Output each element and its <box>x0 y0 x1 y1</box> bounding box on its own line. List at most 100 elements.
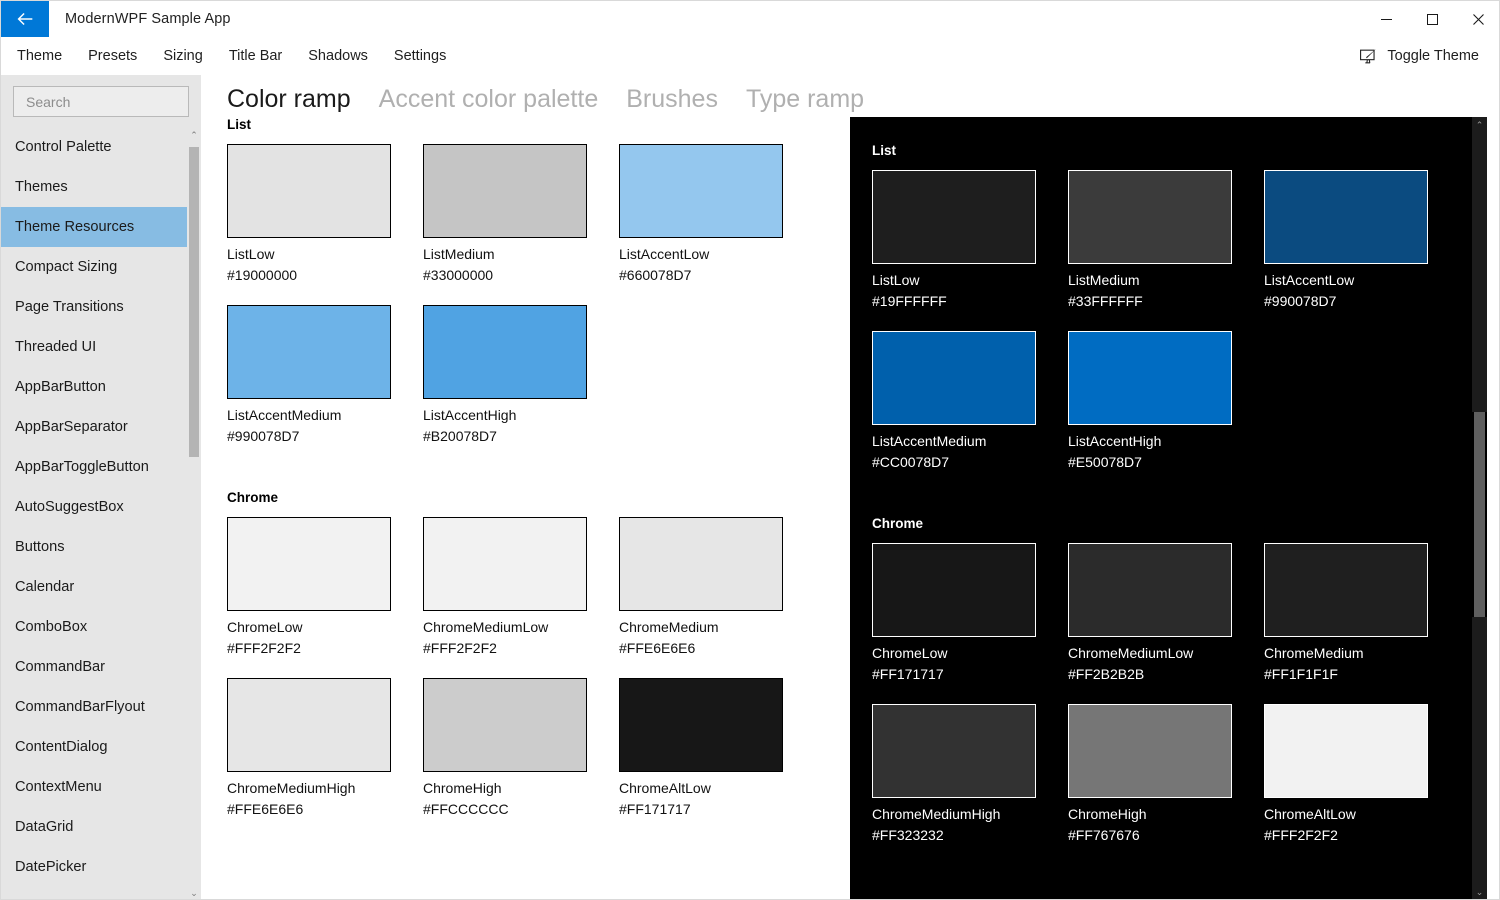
swatch-listaccentmedium[interactable]: ListAccentMedium #CC0078D7 <box>872 331 1052 470</box>
sidebar-scroll-down-button[interactable]: ⌄ <box>187 885 201 900</box>
swatch-chromelow[interactable]: ChromeLow #FF171717 <box>872 543 1052 682</box>
color-chip <box>423 305 587 399</box>
sidebar-item-compact-sizing: Compact Sizing <box>1 247 187 287</box>
swatch-hex: #FF1F1F1F <box>1264 666 1444 682</box>
sidebar-item-threaded-ui: Threaded UI <box>1 327 187 367</box>
swatch-listaccentlow[interactable]: ListAccentLow #660078D7 <box>619 144 799 283</box>
dark-theme-pane: List ListLow #19FFFFFF ListMedium #33FFF… <box>850 117 1487 900</box>
section-title: List <box>227 117 833 132</box>
sidebar-item-appbarbutton: AppBarButton <box>1 367 187 407</box>
swatch-grid: ChromeLow #FF171717 ChromeMediumLow #FF2… <box>872 543 1487 865</box>
swatch-chromelow[interactable]: ChromeLow #FFF2F2F2 <box>227 517 407 656</box>
tab-accent-color-palette[interactable]: Accent color palette <box>379 83 599 121</box>
swatch-hex: #B20078D7 <box>423 428 603 444</box>
swatch-hex: #FF171717 <box>872 666 1052 682</box>
swatch-listlow[interactable]: ListLow #19FFFFFF <box>872 170 1052 309</box>
color-chip <box>872 704 1036 798</box>
menu-item-settings[interactable]: Settings <box>381 37 459 75</box>
swatch-listaccentlow[interactable]: ListAccentLow #990078D7 <box>1264 170 1444 309</box>
swatch-hex: #990078D7 <box>227 428 407 444</box>
search-container <box>13 86 189 117</box>
dark-pane-scrollbar[interactable]: ⌃ ⌄ <box>1472 117 1487 900</box>
color-chip <box>1068 331 1232 425</box>
swatch-listaccenthigh[interactable]: ListAccentHigh #B20078D7 <box>423 305 603 444</box>
menu-item-theme[interactable]: Theme <box>4 37 75 75</box>
swatch-chromemediumlow[interactable]: ChromeMediumLow #FF2B2B2B <box>1068 543 1248 682</box>
sidebar-scrollbar-thumb[interactable] <box>189 147 199 457</box>
dark-scrollbar-thumb[interactable] <box>1474 412 1485 617</box>
swatch-name: ListMedium <box>1068 272 1248 288</box>
swatch-name: ChromeHigh <box>1068 806 1248 822</box>
tab-brushes[interactable]: Brushes <box>626 83 718 121</box>
swatch-hex: #E50078D7 <box>1068 454 1248 470</box>
swatch-listaccentmedium[interactable]: ListAccentMedium #990078D7 <box>227 305 407 444</box>
minimize-button[interactable] <box>1363 1 1409 37</box>
swatch-hex: #19000000 <box>227 267 407 283</box>
back-arrow-icon <box>14 8 36 30</box>
swatch-hex: #33FFFFFF <box>1068 293 1248 309</box>
swatch-name: ListAccentHigh <box>1068 433 1248 449</box>
menu-item-shadows[interactable]: Shadows <box>295 37 381 75</box>
toggle-theme-label: Toggle Theme <box>1387 48 1479 64</box>
swatch-name: ChromeLow <box>872 645 1052 661</box>
dark-scrollbar-gutter-bottom[interactable] <box>1472 617 1487 900</box>
menu-item-sizing[interactable]: Sizing <box>150 37 216 75</box>
sidebar-item-label: AppBarSeparator <box>15 419 128 435</box>
swatch-chromealtlow[interactable]: ChromeAltLow #FFF2F2F2 <box>1264 704 1444 843</box>
menu-item-presets[interactable]: Presets <box>75 37 150 75</box>
swatch-chromealtlow[interactable]: ChromeAltLow #FF171717 <box>619 678 799 817</box>
swatch-name: ListAccentMedium <box>227 407 407 423</box>
color-chip <box>1264 543 1428 637</box>
sidebar-nav-list[interactable]: Control Palette Themes Theme Resources C… <box>1 127 201 900</box>
menu-item-title-bar[interactable]: Title Bar <box>216 37 295 75</box>
swatch-hex: #FFE6E6E6 <box>619 640 799 656</box>
sidebar-item-label: AppBarToggleButton <box>15 459 149 475</box>
color-chip <box>1264 170 1428 264</box>
dark-scrollbar-gutter-top[interactable] <box>1472 117 1487 412</box>
swatch-chromemedium[interactable]: ChromeMedium #FFE6E6E6 <box>619 517 799 656</box>
sidebar-item-control-palette: Control Palette <box>1 127 187 167</box>
toggle-theme-button[interactable]: Toggle Theme <box>1351 42 1487 71</box>
swatch-listaccenthigh[interactable]: ListAccentHigh #E50078D7 <box>1068 331 1248 470</box>
swatch-hex: #FFF2F2F2 <box>227 640 407 656</box>
color-chip <box>423 144 587 238</box>
swatch-chromehigh[interactable]: ChromeHigh #FF767676 <box>1068 704 1248 843</box>
swatch-listmedium[interactable]: ListMedium #33FFFFFF <box>1068 170 1248 309</box>
swatch-listmedium[interactable]: ListMedium #33000000 <box>423 144 603 283</box>
sidebar-scroll-up-button[interactable]: ⌃ <box>187 127 201 143</box>
swatch-chromemediumhigh[interactable]: ChromeMediumHigh #FFE6E6E6 <box>227 678 407 817</box>
maximize-button[interactable] <box>1409 1 1455 37</box>
dark-scroll-up-button[interactable]: ⌃ <box>1472 117 1487 134</box>
swatch-chromemediumlow[interactable]: ChromeMediumLow #FFF2F2F2 <box>423 517 603 656</box>
sidebar-item-page-transitions: Page Transitions <box>1 287 187 327</box>
close-icon <box>1473 14 1484 25</box>
swatch-chromemediumhigh[interactable]: ChromeMediumHigh #FF323232 <box>872 704 1052 843</box>
section-title: List <box>872 143 1487 158</box>
color-chip <box>872 543 1036 637</box>
tab-color-ramp[interactable]: Color ramp <box>227 83 351 121</box>
dark-scroll-down-button[interactable]: ⌄ <box>1472 884 1487 900</box>
dark-pane-content: List ListLow #19FFFFFF ListMedium #33FFF… <box>850 117 1487 865</box>
sidebar-item-label: Calendar <box>15 579 74 595</box>
sidebar-scrollbar[interactable]: ⌃ ⌄ <box>187 127 201 900</box>
search-box[interactable] <box>13 86 189 117</box>
back-button[interactable] <box>1 1 49 37</box>
swatch-listlow[interactable]: ListLow #19000000 <box>227 144 407 283</box>
section-title: Chrome <box>872 516 1487 531</box>
color-chip <box>227 678 391 772</box>
tab-type-ramp[interactable]: Type ramp <box>746 83 864 121</box>
sidebar-item-label: CommandBarFlyout <box>15 699 145 715</box>
app-title: ModernWPF Sample App <box>49 1 231 37</box>
tab-strip: Color ramp Accent color palette Brushes … <box>227 83 892 121</box>
swatch-name: ListAccentLow <box>619 246 799 262</box>
color-chip <box>619 678 783 772</box>
dark-section-chrome: Chrome ChromeLow #FF171717 ChromeMediumL… <box>872 516 1487 865</box>
color-chip <box>619 517 783 611</box>
sidebar-item-label: DatePicker <box>15 859 86 875</box>
swatch-name: ChromeLow <box>227 619 407 635</box>
swatch-chromemedium[interactable]: ChromeMedium #FF1F1F1F <box>1264 543 1444 682</box>
close-button[interactable] <box>1455 1 1500 37</box>
search-input[interactable] <box>24 93 209 111</box>
sidebar-item-label: Control Palette <box>15 139 112 155</box>
swatch-chromehigh[interactable]: ChromeHigh #FFCCCCCC <box>423 678 603 817</box>
